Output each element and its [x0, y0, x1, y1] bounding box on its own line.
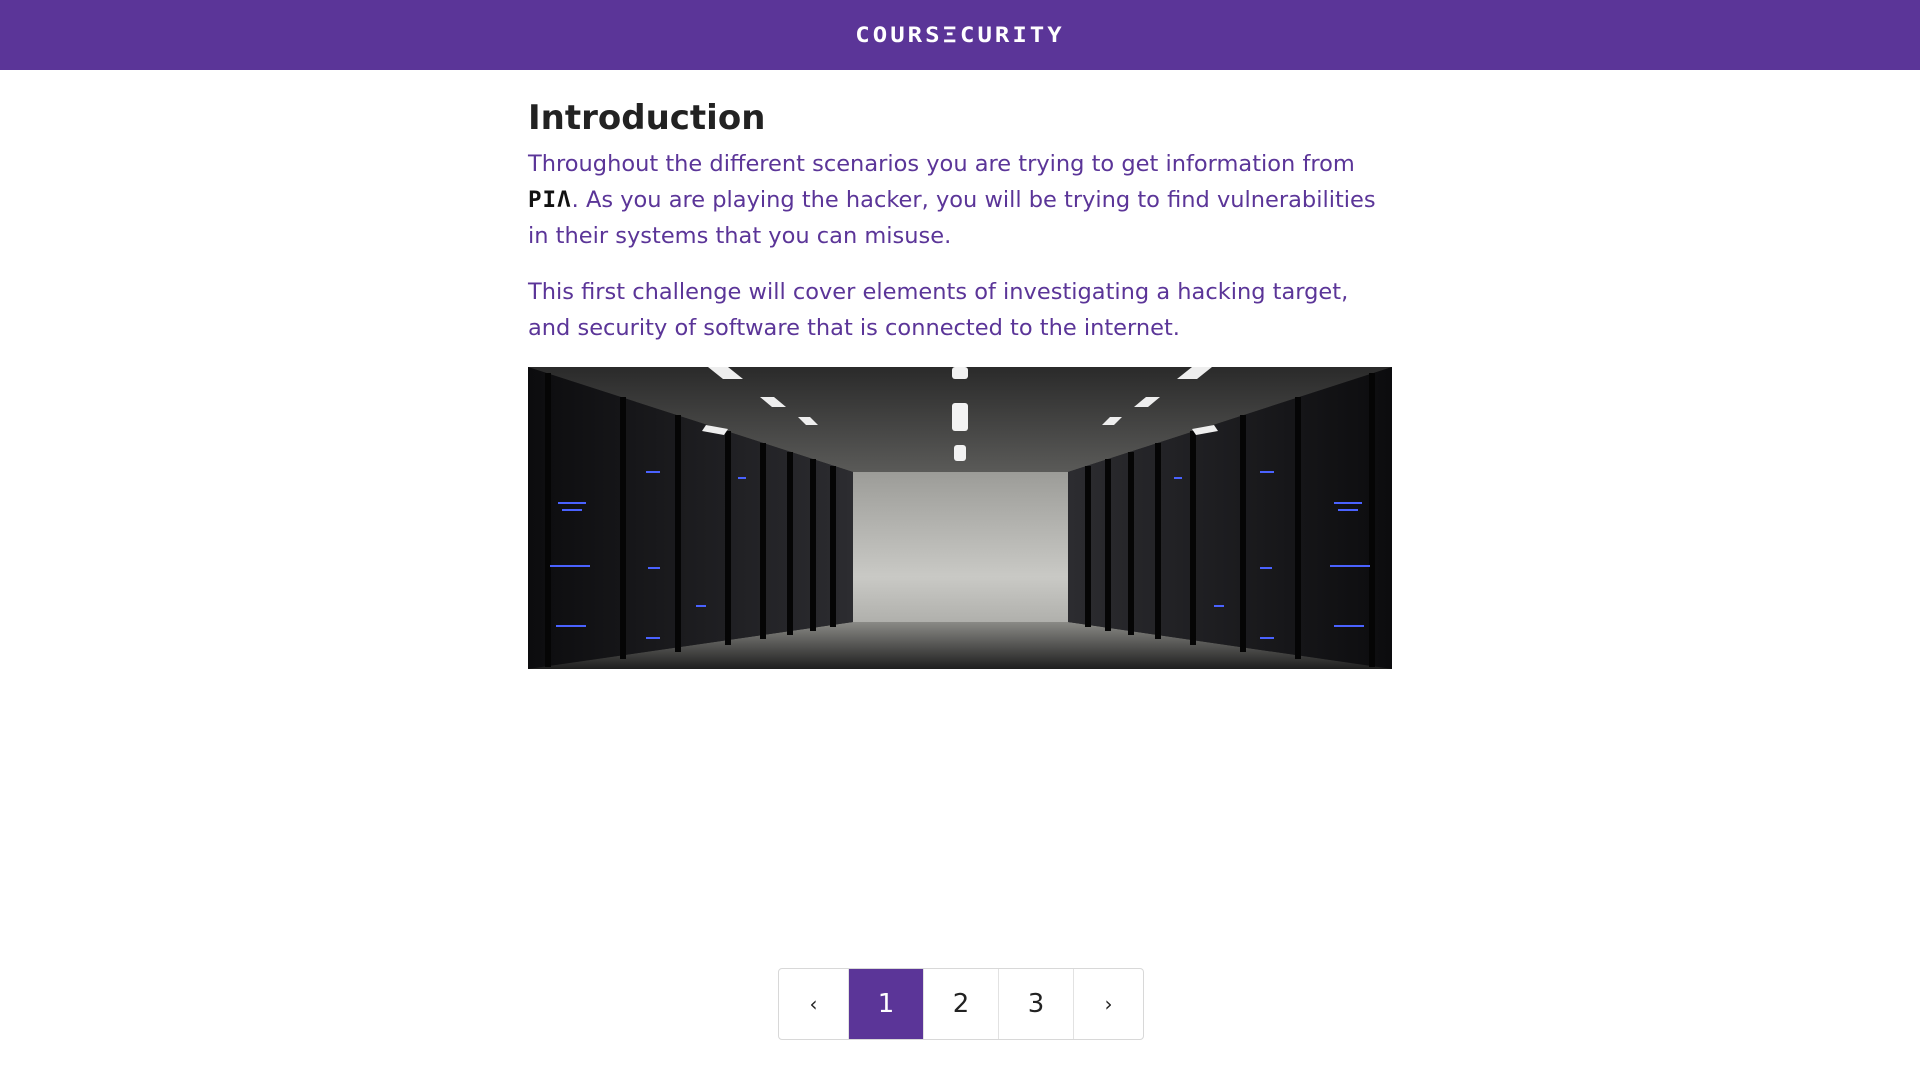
site-logo[interactable]: COURSΞCURITY: [855, 22, 1064, 47]
page-3-button[interactable]: 3: [999, 969, 1074, 1039]
page-title: Introduction: [528, 98, 766, 138]
server-room-image: [528, 367, 1392, 669]
next-page-button[interactable]: ›: [1074, 969, 1143, 1039]
pagination: ‹ 1 2 3 ›: [778, 968, 1144, 1040]
page-1-button[interactable]: 1: [849, 969, 924, 1039]
brand-logo-inline: PIΛ: [528, 187, 572, 213]
page-2-button[interactable]: 2: [924, 969, 999, 1039]
top-header-bar: COURSΞCURITY: [0, 0, 1920, 70]
intro-paragraph-1: Throughout the different scenarios you a…: [528, 146, 1392, 254]
intro-text-start: Throughout the different scenarios you a…: [528, 151, 1355, 177]
intro-text-end: . As you are playing the hacker, you wil…: [528, 187, 1376, 249]
prev-page-button[interactable]: ‹: [779, 969, 849, 1039]
intro-paragraph-2: This first challenge will cover elements…: [528, 279, 1349, 341]
main-content: Introduction Throughout the different sc…: [528, 90, 1392, 366]
